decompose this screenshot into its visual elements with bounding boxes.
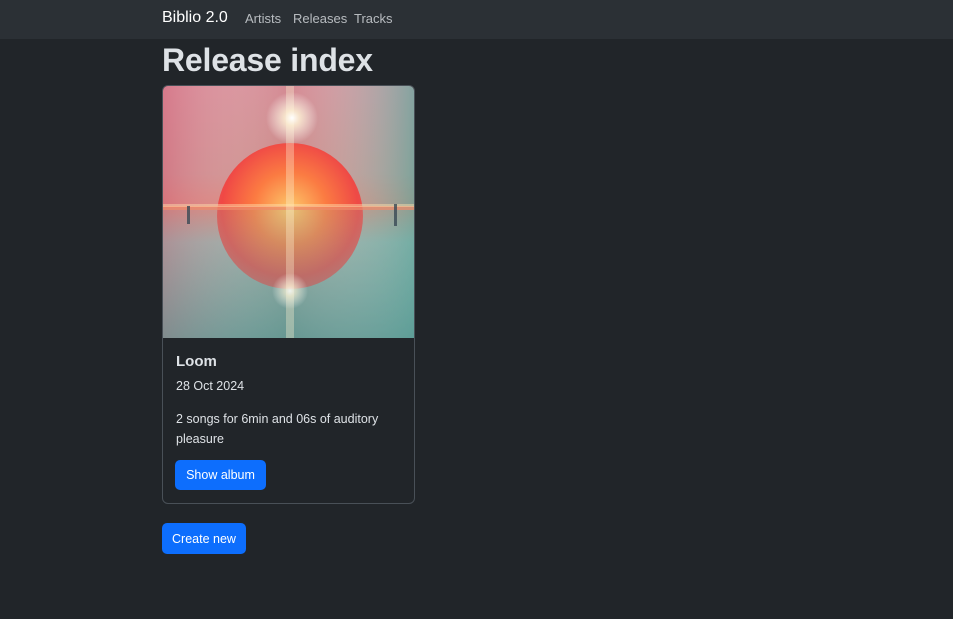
release-title: Loom [176,353,217,370]
release-date: 28 Oct 2024 [176,379,245,393]
page-title: Release index [162,42,373,78]
nav-link-artists[interactable]: Artists [245,11,281,26]
release-description: 2 songs for 6min and 06s of auditory ple… [176,412,379,446]
nav-link-tracks[interactable]: Tracks [354,11,393,26]
brand-link[interactable]: Biblio 2.0 [162,9,228,27]
top-navbar: Biblio 2.0 Artists Releases Tracks [0,0,953,39]
album-cover-image [163,86,414,338]
release-card: Loom 28 Oct 2024 2 songs for 6min and 06… [162,85,415,504]
nav-link-releases[interactable]: Releases [293,11,347,26]
create-new-button[interactable]: Create new [162,523,246,554]
show-album-button[interactable]: Show album [175,460,266,490]
